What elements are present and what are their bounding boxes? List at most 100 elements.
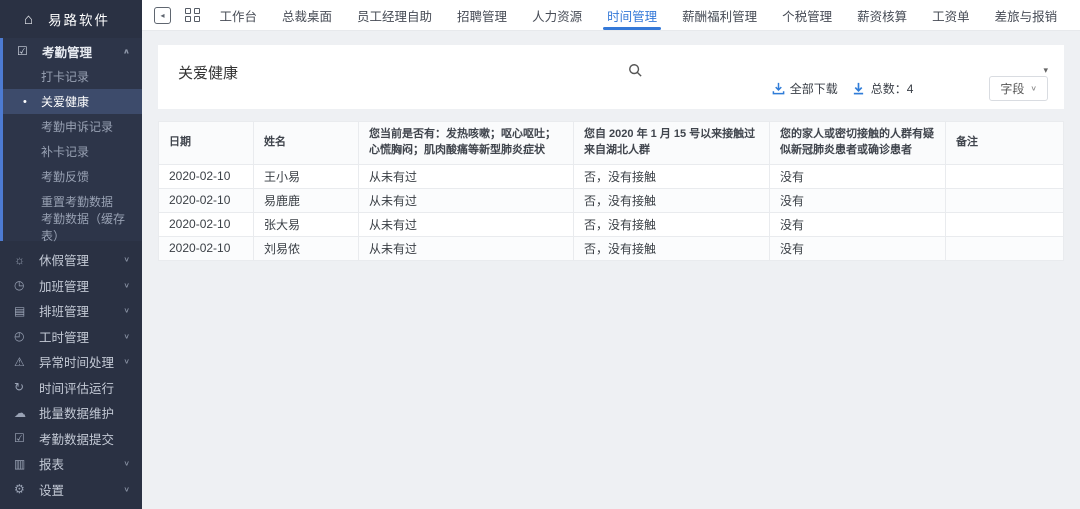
sidebar-item-clock-records[interactable]: 打卡记录 — [3, 64, 142, 89]
checkbox-icon: ☑ — [14, 431, 30, 445]
sidebar-group-label: 工时管理 — [39, 327, 89, 346]
header-family-contact-question: 您的家人或密切接触的人群有疑似新冠肺炎患者或确诊患者 — [770, 122, 946, 165]
table-row: 2020-02-10 张大易 从未有过 否，没有接触 没有 — [159, 212, 1064, 236]
warning-icon: ⚠ — [14, 355, 30, 369]
download-icon[interactable] — [852, 82, 865, 95]
sidebar-item-attendance-feedback[interactable]: 考勤反馈 — [3, 164, 142, 189]
app-logo[interactable]: ⌂ 易路软件 — [0, 0, 142, 38]
sidebar-group-overtime[interactable]: ◷ 加班管理 ∨ — [0, 273, 142, 299]
health-table: 日期 姓名 您当前是否有：发热咳嗽；呕心呕吐；心慌胸闷；肌肉酸痛等新型肺炎症状 … — [158, 121, 1064, 261]
chevron-down-icon: ∨ — [1030, 84, 1037, 93]
sidebar-item-label: 考勤反馈 — [41, 168, 89, 185]
gear-icon: ⚙ — [14, 482, 30, 496]
search-dropdown-caret-icon[interactable]: ▾ — [1043, 65, 1048, 76]
tab-human-resources[interactable]: 人力资源 — [532, 0, 582, 30]
clock-icon: ◷ — [14, 278, 30, 292]
cell-remarks — [946, 212, 1064, 236]
tab-payroll-accounting[interactable]: 薪资核算 — [857, 0, 907, 30]
fields-dropdown-button[interactable]: 字段 ∨ — [989, 76, 1048, 101]
attendance-checkbox-icon: ☑ — [17, 44, 33, 58]
cell-remarks — [946, 236, 1064, 260]
sidebar-item-label: 打卡记录 — [41, 68, 89, 85]
cell-symptoms: 从未有过 — [359, 164, 574, 188]
app-window: ⌂ 易路软件 ☑ 考勤管理 ∧ 打卡记录 • 关爱健康 考勤申诉记录 补卡记录 — [0, 0, 1080, 509]
cell-date: 2020-02-10 — [159, 164, 254, 188]
download-all-button[interactable]: 全部下载 — [772, 80, 838, 97]
tab-ceo-desktop[interactable]: 总裁桌面 — [282, 0, 332, 30]
cell-hubei-contact: 否，没有接触 — [574, 212, 770, 236]
chevron-down-icon: ∨ — [123, 306, 130, 315]
sidebar-item-cache-table[interactable]: 考勤数据（缓存表） — [3, 214, 142, 239]
sidebar-item-label: 考勤申诉记录 — [41, 118, 113, 135]
app-logo-text: 易路软件 — [48, 9, 110, 29]
sidebar-item-appeal-records[interactable]: 考勤申诉记录 — [3, 114, 142, 139]
sidebar-group-label: 异常时间处理 — [39, 352, 114, 371]
sidebar-group-label: 时间评估运行 — [39, 378, 114, 397]
sidebar-group-label: 排班管理 — [39, 301, 89, 320]
sidebar-group-attendance-header[interactable]: ☑ 考勤管理 ∧ — [3, 38, 142, 64]
sidebar-item-time-evaluation[interactable]: ↻ 时间评估运行 — [0, 375, 142, 401]
cell-name: 张大易 — [254, 212, 359, 236]
sidebar-group-label: 休假管理 — [39, 250, 89, 269]
health-table-card: 日期 姓名 您当前是否有：发热咳嗽；呕心呕吐；心慌胸闷；肌肉酸痛等新型肺炎症状 … — [158, 121, 1064, 261]
header-remarks: 备注 — [946, 122, 1064, 165]
cell-family-contact: 没有 — [770, 188, 946, 212]
sidebar-group-settings[interactable]: ⚙ 设置 ∨ — [0, 477, 142, 503]
tab-employee-manager-self-service[interactable]: 员工经理自助 — [357, 0, 432, 30]
chevron-up-icon: ∧ — [123, 47, 130, 56]
table-row: 2020-02-10 刘易侬 从未有过 否，没有接触 没有 — [159, 236, 1064, 260]
cell-hubei-contact: 否，没有接触 — [574, 236, 770, 260]
cell-name: 王小易 — [254, 164, 359, 188]
sidebar-item-card-replacement[interactable]: 补卡记录 — [3, 139, 142, 164]
tab-workbench[interactable]: 工作台 — [220, 0, 258, 30]
cell-name: 刘易侬 — [254, 236, 359, 260]
clock-icon: ◴ — [14, 329, 30, 343]
tab-compensation-benefits[interactable]: 薪酬福利管理 — [682, 0, 757, 30]
sidebar-group-label: 加班管理 — [39, 276, 89, 295]
main-panel: ◂ 工作台 总裁桌面 员工经理自助 招聘管理 人力资源 时间管理 薪酬福利管理 … — [142, 0, 1080, 509]
cell-hubei-contact: 否，没有接触 — [574, 188, 770, 212]
tab-individual-tax[interactable]: 个税管理 — [782, 0, 832, 30]
cell-symptoms: 从未有过 — [359, 212, 574, 236]
sidebar-item-label: 关爱健康 — [41, 93, 89, 110]
sun-icon: ☼ — [14, 253, 30, 267]
sidebar-group-label: 考勤数据提交 — [39, 429, 114, 448]
page-header-card: 关爱健康 ▾ — [158, 45, 1064, 109]
header-name: 姓名 — [254, 122, 359, 165]
download-all-label: 全部下载 — [790, 80, 838, 97]
apps-grid-icon[interactable] — [185, 8, 200, 23]
header-date: 日期 — [159, 122, 254, 165]
home-icon: ⌂ — [24, 11, 35, 28]
cell-name: 易鹿鹿 — [254, 188, 359, 212]
sidebar-group-reports[interactable]: ▥ 报表 ∨ — [0, 451, 142, 477]
sidebar-group-schedule[interactable]: ▤ 排班管理 ∨ — [0, 298, 142, 324]
sidebar: ⌂ 易路软件 ☑ 考勤管理 ∧ 打卡记录 • 关爱健康 考勤申诉记录 补卡记录 — [0, 0, 142, 509]
sidebar-group-exception[interactable]: ⚠ 异常时间处理 ∨ — [0, 349, 142, 375]
sidebar-group-workhours[interactable]: ◴ 工时管理 ∨ — [0, 324, 142, 350]
cell-family-contact: 没有 — [770, 212, 946, 236]
fields-button-label: 字段 — [1000, 80, 1024, 97]
chevron-down-icon: ∨ — [123, 459, 130, 468]
sidebar-item-care-health[interactable]: • 关爱健康 — [3, 89, 142, 114]
tab-payslip[interactable]: 工资单 — [932, 0, 970, 30]
sidebar-group-leave[interactable]: ☼ 休假管理 ∨ — [0, 247, 142, 273]
table-row: 2020-02-10 易鹿鹿 从未有过 否，没有接触 没有 — [159, 188, 1064, 212]
sidebar-groups: ☼ 休假管理 ∨ ◷ 加班管理 ∨ ▤ 排班管理 ∨ ◴ 工时管理 ∨ ⚠ 异常 — [0, 241, 142, 509]
chevron-down-icon: ∨ — [123, 281, 130, 290]
cell-family-contact: 没有 — [770, 236, 946, 260]
cell-date: 2020-02-10 — [159, 212, 254, 236]
sidebar-item-batch-maintenance[interactable]: ☁ 批量数据维护 — [0, 400, 142, 426]
tab-recruitment[interactable]: 招聘管理 — [457, 0, 507, 30]
sidebar-item-data-submit[interactable]: ☑ 考勤数据提交 — [0, 426, 142, 452]
cell-remarks — [946, 164, 1064, 188]
sidebar-group-label: 报表 — [39, 454, 64, 473]
sidebar-group-label: 考勤管理 — [42, 42, 92, 61]
collapse-sidebar-button[interactable]: ◂ — [154, 7, 171, 24]
cell-family-contact: 没有 — [770, 164, 946, 188]
tab-time-management[interactable]: 时间管理 — [607, 0, 657, 30]
chevron-down-icon: ∨ — [123, 255, 130, 264]
sidebar-item-label: 补卡记录 — [41, 143, 89, 160]
cell-date: 2020-02-10 — [159, 188, 254, 212]
tab-travel-reimbursement[interactable]: 差旅与报销 — [995, 0, 1058, 30]
selected-bullet-icon: • — [23, 96, 27, 108]
